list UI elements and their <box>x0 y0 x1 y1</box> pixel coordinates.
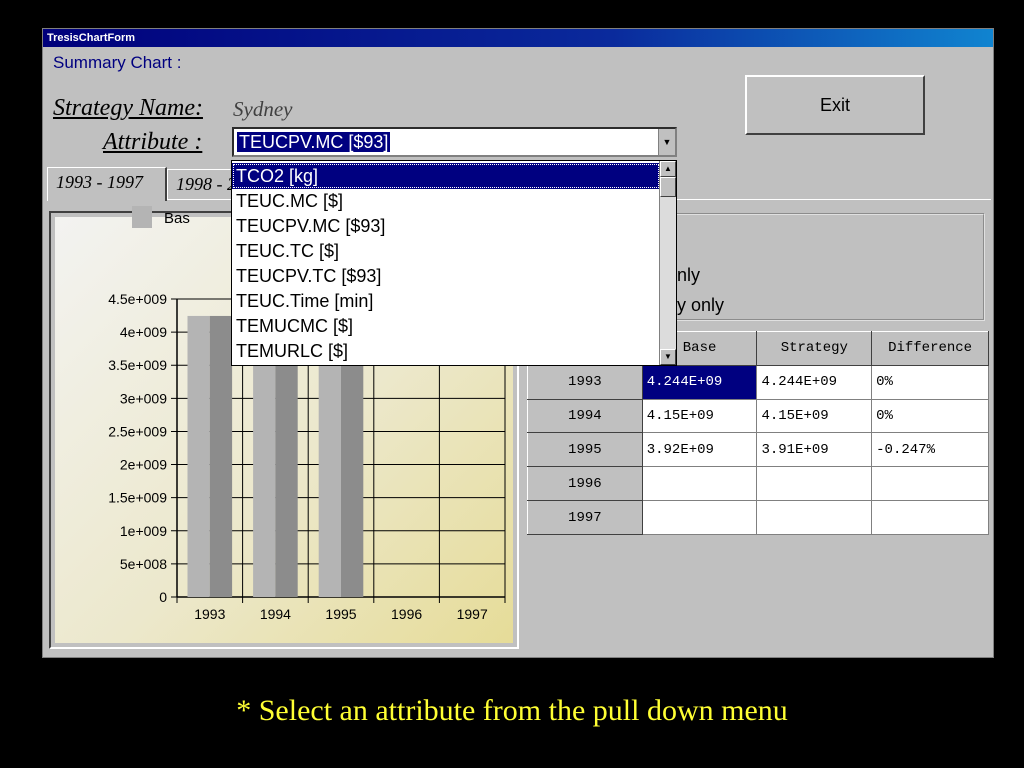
cell-strategy[interactable]: 3.91E+09 <box>756 432 873 468</box>
cell-difference[interactable] <box>871 500 989 535</box>
table-row: 1996 <box>527 466 989 502</box>
slide-caption: * Select an attribute from the pull down… <box>236 694 788 727</box>
scroll-thumb[interactable] <box>660 177 676 197</box>
table-row: 1993 4.244E+09 4.244E+09 0% <box>527 364 989 400</box>
radio-base-only-label[interactable]: nly <box>677 265 700 286</box>
dropdown-item[interactable]: TEMURLC [$] <box>232 338 660 364</box>
cell-base[interactable] <box>641 500 758 535</box>
y-tick-label: 5e+008 <box>120 556 167 572</box>
cell-strategy[interactable]: 4.244E+09 <box>756 364 873 400</box>
y-tick-label: 3e+009 <box>120 390 167 406</box>
x-tick-label: 1996 <box>391 606 422 622</box>
bar <box>187 315 210 597</box>
dropdown-scrollbar[interactable]: ▲ ▼ <box>659 161 676 365</box>
x-tick-label: 1995 <box>325 606 356 622</box>
x-tick-label: 1994 <box>260 606 291 622</box>
attribute-dropdown-list[interactable]: TCO2 [kg] TEUC.MC [$] TEUCPV.MC [$93] TE… <box>231 160 677 366</box>
bar <box>209 315 233 597</box>
row-year: 1997 <box>527 500 643 535</box>
summary-chart-label: Summary Chart : <box>53 53 182 72</box>
dropdown-item[interactable]: TEUC.Time [min] <box>232 288 660 314</box>
x-tick-label: 1993 <box>194 606 225 622</box>
scroll-up-icon[interactable]: ▲ <box>660 161 676 177</box>
legend-label-base: Bas <box>164 210 190 227</box>
strategy-name-value: Sydney <box>233 97 293 121</box>
display-options-group: nly y only <box>655 213 985 321</box>
cell-difference[interactable]: 0% <box>871 364 989 400</box>
cell-strategy[interactable] <box>756 500 873 535</box>
dropdown-item[interactable]: TEUC.TC [$] <box>232 238 660 264</box>
row-year: 1995 <box>527 432 643 468</box>
cell-base[interactable]: 3.92E+09 <box>641 432 758 468</box>
y-tick-label: 1.5e+009 <box>108 490 167 506</box>
y-tick-label: 2.5e+009 <box>108 423 167 439</box>
y-tick-label: 2e+009 <box>120 457 167 473</box>
dropdown-item[interactable]: TCO2 [kg] <box>232 163 660 189</box>
bar <box>341 338 364 597</box>
dropdown-item[interactable]: TEMUCMC [$] <box>232 313 660 339</box>
row-year: 1996 <box>527 466 643 502</box>
cell-strategy[interactable]: 4.15E+09 <box>756 398 873 434</box>
table-row: 1995 3.92E+09 3.91E+09 -0.247% <box>527 432 989 468</box>
dropdown-item[interactable]: TEUCPV.MC [$93] <box>232 213 660 239</box>
window-title: TresisChartForm <box>43 29 993 47</box>
x-tick-label: 1997 <box>457 606 488 622</box>
y-tick-label: 3.5e+009 <box>108 357 167 373</box>
column-header-difference: Difference <box>871 331 989 366</box>
exit-button[interactable]: Exit <box>745 75 925 135</box>
bar <box>318 337 341 597</box>
cell-base[interactable]: 4.15E+09 <box>641 398 758 434</box>
tab-1993-1997[interactable]: 1993 - 1997 <box>47 167 167 201</box>
row-year: 1993 <box>527 364 643 400</box>
tab-1998[interactable]: 1998 - 2 <box>167 169 233 199</box>
legend-swatch-base <box>132 206 152 228</box>
dropdown-item[interactable]: TEUCPV.TC [$93] <box>232 263 660 289</box>
cell-difference[interactable]: -0.247% <box>871 432 989 468</box>
y-tick-label: 4.5e+009 <box>108 291 167 307</box>
scroll-down-icon[interactable]: ▼ <box>660 349 676 365</box>
column-header-strategy: Strategy <box>756 331 873 366</box>
table-row: 1997 <box>527 500 989 535</box>
row-year: 1994 <box>527 398 643 434</box>
cell-strategy[interactable] <box>756 466 873 502</box>
dropdown-arrow-icon[interactable]: ▼ <box>658 129 675 155</box>
cell-base[interactable]: 4.244E+09 <box>641 364 758 400</box>
radio-strategy-only-label[interactable]: y only <box>677 295 724 316</box>
table-row: 1994 4.15E+09 4.15E+09 0% <box>527 398 989 434</box>
strategy-name-label: Strategy Name: <box>53 95 203 121</box>
attribute-selected-value: TEUCPV.MC [$93] <box>237 132 391 152</box>
attribute-label: Attribute : <box>103 129 203 155</box>
y-tick-label: 0 <box>159 589 167 605</box>
attribute-combobox[interactable]: TEUCPV.MC [$93] ▼ <box>232 127 677 157</box>
y-tick-label: 1e+009 <box>120 523 167 539</box>
cell-base[interactable] <box>641 466 758 502</box>
y-tick-label: 4e+009 <box>120 324 167 340</box>
cell-difference[interactable] <box>871 466 989 502</box>
dropdown-item[interactable]: TEUC.MC [$] <box>232 188 660 214</box>
cell-difference[interactable]: 0% <box>871 398 989 434</box>
